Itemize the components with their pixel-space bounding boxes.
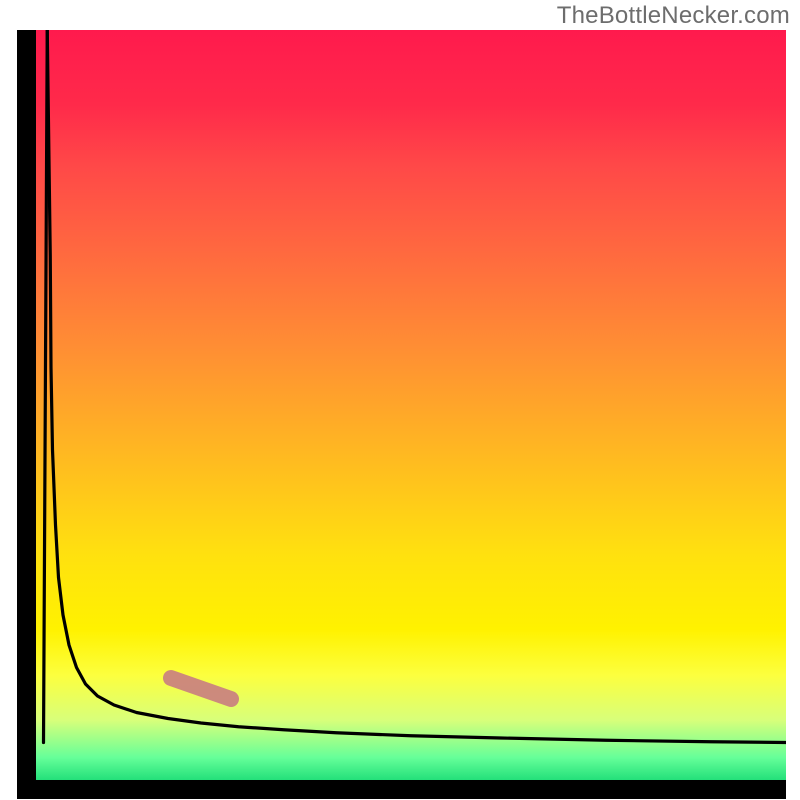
y-axis <box>17 30 36 780</box>
bottleneck-curve <box>47 30 786 743</box>
curve-svg <box>36 30 786 780</box>
attribution-label: TheBottleNecker.com <box>557 2 790 30</box>
curve-start-dip <box>44 30 48 743</box>
x-axis <box>17 780 786 799</box>
plot-area <box>36 30 786 780</box>
chart-frame: TheBottleNecker.com <box>0 0 800 800</box>
highlight-segment <box>171 678 231 699</box>
